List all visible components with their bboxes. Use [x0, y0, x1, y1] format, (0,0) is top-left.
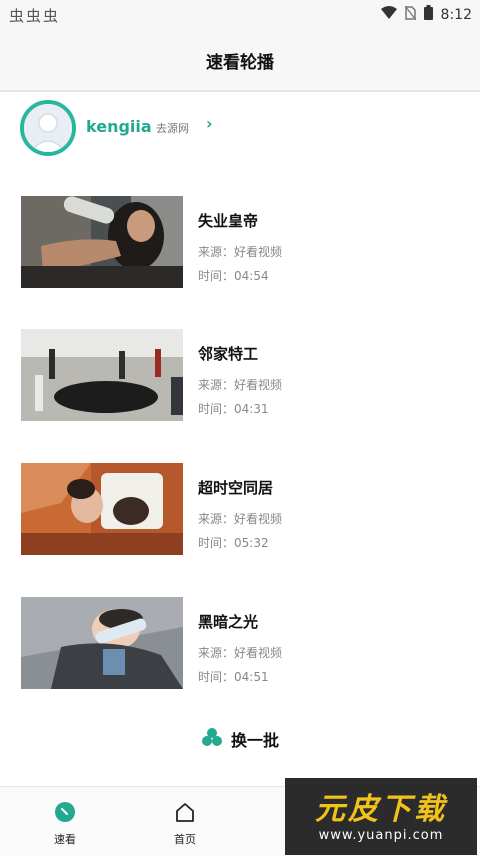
- video-title: 失业皇帝: [198, 212, 259, 230]
- notification-icons: 虫虫虫: [9, 7, 61, 25]
- go-to-source-link[interactable]: 去源网: [156, 120, 189, 136]
- video-source: 来源：好看视频: [198, 512, 283, 526]
- video-item[interactable]: 黑暗之光 来源：好看视频 时间：04:51: [0, 597, 480, 693]
- video-duration: 时间：05:32: [198, 536, 269, 550]
- video-source: 来源：好看视频: [198, 378, 283, 392]
- video-thumbnail[interactable]: [21, 329, 183, 421]
- video-duration: 时间：04:54: [198, 269, 269, 283]
- video-thumbnail[interactable]: [21, 196, 183, 288]
- video-title: 邻家特工: [198, 345, 259, 363]
- video-title: 黑暗之光: [198, 613, 259, 631]
- video-item[interactable]: 超时空同居 来源：好看视频 时间：05:32: [0, 463, 480, 559]
- system-indicators: 8:12: [380, 5, 472, 24]
- video-duration: 时间：04:51: [198, 670, 269, 684]
- clock: 8:12: [440, 6, 472, 23]
- watermark-overlay: 元皮下载 www.yuanpi.com: [285, 778, 477, 855]
- video-source: 来源：好看视频: [198, 245, 283, 259]
- page-title: 速看轮播: [206, 53, 274, 73]
- refresh-batch-label: 换一批: [230, 731, 279, 750]
- chevron-right-icon[interactable]: ›: [206, 114, 213, 133]
- no-sim-icon: [404, 5, 417, 24]
- home-icon: [174, 803, 196, 827]
- tab-speed-view[interactable]: 速看: [35, 801, 95, 847]
- status-bar: 虫虫虫 8:12: [0, 0, 480, 28]
- profile-row[interactable]: kengiia 去源网 ›: [0, 96, 480, 158]
- tab-home[interactable]: 首页: [155, 801, 215, 847]
- wifi-icon: [380, 6, 397, 23]
- username: kengiia: [86, 117, 152, 136]
- tab-label: 速看: [54, 833, 76, 846]
- app-header: 速看轮播: [0, 28, 480, 92]
- video-item[interactable]: 邻家特工 来源：好看视频 时间：04:31: [0, 329, 480, 425]
- tab-label: 首页: [174, 833, 196, 846]
- video-thumbnail[interactable]: [21, 463, 183, 555]
- avatar[interactable]: [20, 100, 76, 156]
- speed-icon: [54, 802, 76, 827]
- refresh-batch-button[interactable]: 换一批: [0, 727, 480, 751]
- video-thumbnail[interactable]: [21, 597, 183, 689]
- watermark-logo-text: 元皮下载: [315, 792, 447, 827]
- video-source: 来源：好看视频: [198, 646, 283, 660]
- video-title: 超时空同居: [198, 479, 274, 497]
- clover-icon: [201, 727, 223, 751]
- video-duration: 时间：04:31: [198, 402, 269, 416]
- battery-icon: [423, 5, 433, 24]
- video-item[interactable]: 失业皇帝 来源：好看视频 时间：04:54: [0, 196, 480, 292]
- watermark-url: www.yuanpi.com: [318, 828, 444, 843]
